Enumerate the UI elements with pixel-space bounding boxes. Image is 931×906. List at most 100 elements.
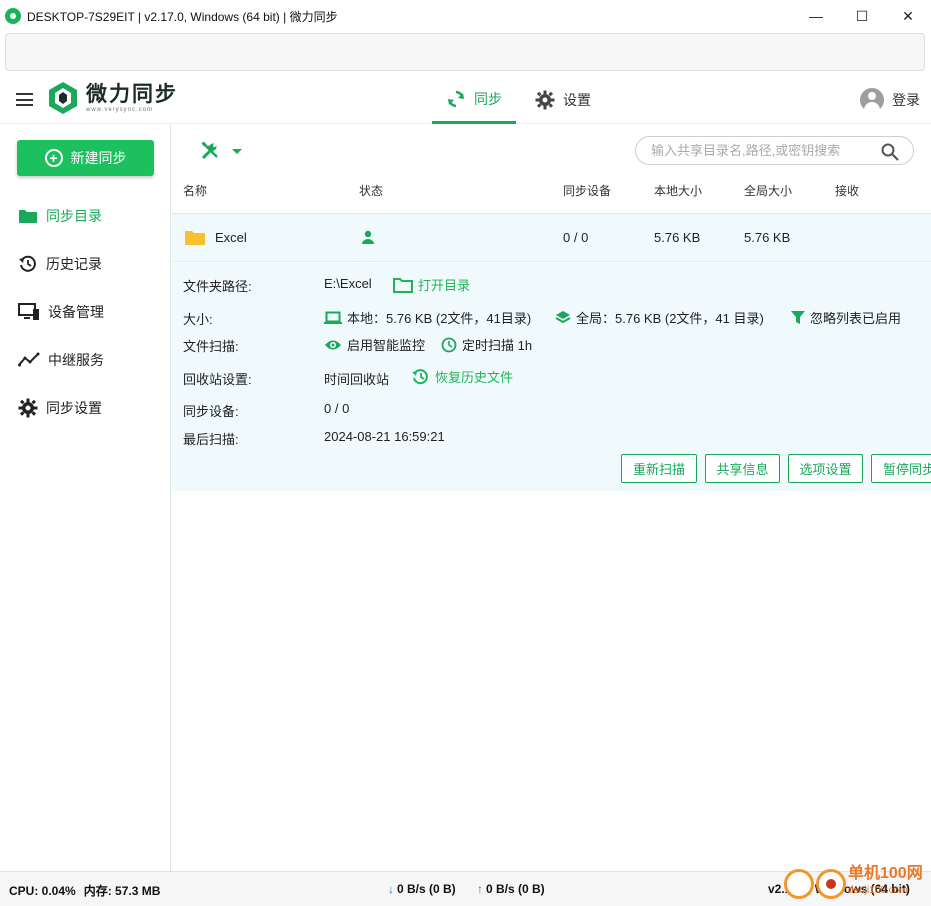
local-size-text: 本地：5.76 KB (2文件，41目录) xyxy=(347,311,532,326)
restore-history-label: 恢复历史文件 xyxy=(435,370,514,385)
column-header-devices[interactable]: 同步设备 xyxy=(563,182,611,199)
title-bar: DESKTOP-7S29EIT | v2.17.0, Windows (64 b… xyxy=(0,0,931,32)
logo-icon xyxy=(49,82,77,114)
path-label: 文件夹路径: xyxy=(183,279,252,294)
global-size-info: 全局：5.76 KB (2文件，41 目录) xyxy=(555,308,764,327)
pause-sync-button[interactable]: 暂停同步 xyxy=(871,454,931,483)
plus-icon: + xyxy=(44,149,63,167)
window-title: DESKTOP-7S29EIT | v2.17.0, Windows (64 b… xyxy=(27,9,338,24)
tools-icon xyxy=(201,141,218,160)
cpu-mem-info: CPU: 0.04% 内存: 57.3 MB xyxy=(9,882,160,899)
sidebar-item-history[interactable]: 历史记录 xyxy=(0,244,170,284)
history-icon xyxy=(19,255,36,272)
open-dir-label: 打开目录 xyxy=(418,278,471,293)
ignore-info[interactable]: 忽略列表已启用 xyxy=(791,308,901,327)
open-dir-link[interactable]: 打开目录 xyxy=(393,275,470,294)
chevron-down-icon xyxy=(232,148,242,154)
last-scan-label: 最后扫描: xyxy=(183,432,239,447)
smart-watch-info: 启用智能监控 xyxy=(324,335,425,354)
laptop-icon xyxy=(324,311,342,324)
minimize-button[interactable]: — xyxy=(793,0,839,32)
column-header-receive[interactable]: 接收 xyxy=(835,182,859,199)
smart-watch-text: 启用智能监控 xyxy=(347,338,426,353)
watermark-logo-icon xyxy=(816,869,846,899)
top-toolbar-strip xyxy=(5,33,925,71)
timed-scan-text: 定时扫描 1h xyxy=(462,338,533,353)
folder-open-icon xyxy=(393,277,413,293)
sidebar-item-label: 历史记录 xyxy=(46,256,102,272)
login-button[interactable]: 登录 xyxy=(860,88,920,112)
sidebar-item-devices[interactable]: 设备管理 xyxy=(0,292,170,332)
layers-icon xyxy=(555,310,571,323)
column-header-global-size[interactable]: 全局大小 xyxy=(744,182,792,199)
options-button[interactable]: 选项设置 xyxy=(788,454,863,483)
folder-details: 文件夹路径: E:\Excel 打开目录 大小: 本地：5.76 KB (2文件… xyxy=(172,263,931,491)
sidebar-item-relay[interactable]: 中继服务 xyxy=(0,340,170,380)
arrow-down-icon: ↓ xyxy=(388,882,394,896)
window-controls: — ☐ ✕ xyxy=(793,0,931,32)
tab-settings[interactable]: 设置 xyxy=(528,76,598,124)
cpu-usage: CPU: 0.04% xyxy=(9,883,76,898)
column-header-status[interactable]: 状态 xyxy=(359,182,383,199)
size-label: 大小: xyxy=(183,312,213,327)
new-sync-button[interactable]: + 新建同步 xyxy=(17,140,154,176)
sidebar-item-label: 设备管理 xyxy=(48,304,104,320)
share-info-button[interactable]: 共享信息 xyxy=(705,454,780,483)
main-panel: 名称 状态 同步设备 本地大小 全局大小 接收 Excel 0 / 0 5.76… xyxy=(172,125,931,871)
new-sync-label: 新建同步 xyxy=(70,150,127,166)
watermark: 单机100网 danji100.com xyxy=(784,863,931,906)
folder-icon xyxy=(19,210,37,223)
gear-icon xyxy=(18,398,38,418)
last-scan-value: 2024-08-21 16:59:21 xyxy=(324,429,445,444)
history-icon xyxy=(412,368,428,384)
search-input[interactable] xyxy=(651,143,871,158)
tab-settings-label: 设置 xyxy=(563,92,591,108)
sidebar-item-sync-settings[interactable]: 同步设置 xyxy=(0,388,170,428)
memory-usage: 内存: 57.3 MB xyxy=(83,884,161,898)
watermark-plus-icon xyxy=(784,869,814,899)
sidebar: + 新建同步 同步目录 历史记录 设备管理 中继服务 同步设置 xyxy=(0,125,171,871)
scan-label: 文件扫描: xyxy=(183,339,239,354)
relay-icon xyxy=(18,352,40,367)
arrow-up-icon: ↑ xyxy=(477,882,483,896)
download-text: 0 B/s (0 B) xyxy=(397,882,456,896)
timed-scan-info: 定时扫描 1h xyxy=(441,335,532,354)
row-local-size: 5.76 KB xyxy=(654,230,701,245)
logo-subtitle: www.verysync.com xyxy=(86,107,154,113)
rescan-button[interactable]: 重新扫描 xyxy=(621,454,697,483)
sidebar-item-sync-dirs[interactable]: 同步目录 xyxy=(0,196,170,236)
local-size-info: 本地：5.76 KB (2文件，41目录) xyxy=(324,308,531,327)
search-icon[interactable] xyxy=(881,143,899,161)
upload-rate: ↑ 0 B/s (0 B) xyxy=(477,882,545,896)
eye-icon xyxy=(325,340,341,349)
logo-name: 微力同步 xyxy=(86,83,178,106)
upload-text: 0 B/s (0 B) xyxy=(486,882,545,896)
watermark-text: 单机100网 xyxy=(848,865,923,882)
logo: 微力同步 www.verysync.com xyxy=(46,81,178,115)
device-icon xyxy=(18,303,39,320)
restore-history-link[interactable]: 恢复历史文件 xyxy=(410,367,513,386)
tab-sync-label: 同步 xyxy=(474,90,502,107)
table-row[interactable]: Excel 0 / 0 5.76 KB 5.76 KB xyxy=(172,214,931,262)
recycle-value: 时间回收站 xyxy=(324,372,390,387)
app-header: 微力同步 www.verysync.com 同步 设置 登录 xyxy=(0,76,931,124)
search-box[interactable] xyxy=(635,136,914,165)
menu-icon[interactable] xyxy=(16,93,33,106)
close-button[interactable]: ✕ xyxy=(885,0,931,32)
tools-dropdown[interactable] xyxy=(200,141,242,161)
sync-icon xyxy=(448,90,464,107)
gear-icon xyxy=(535,90,555,110)
path-value: E:\Excel xyxy=(324,276,372,291)
app-icon xyxy=(5,8,21,24)
clock-icon xyxy=(441,337,457,352)
ignore-text: 忽略列表已启用 xyxy=(810,311,902,326)
maximize-button[interactable]: ☐ xyxy=(839,0,885,32)
folder-name: Excel xyxy=(215,230,247,245)
avatar-icon xyxy=(860,88,884,112)
column-header-name[interactable]: 名称 xyxy=(183,182,207,199)
watermark-sub: danji100.com xyxy=(848,885,908,896)
login-label: 登录 xyxy=(892,92,920,108)
devices-value: 0 / 0 xyxy=(324,401,350,416)
tab-sync[interactable]: 同步 xyxy=(432,76,516,124)
column-header-local-size[interactable]: 本地大小 xyxy=(654,182,702,199)
